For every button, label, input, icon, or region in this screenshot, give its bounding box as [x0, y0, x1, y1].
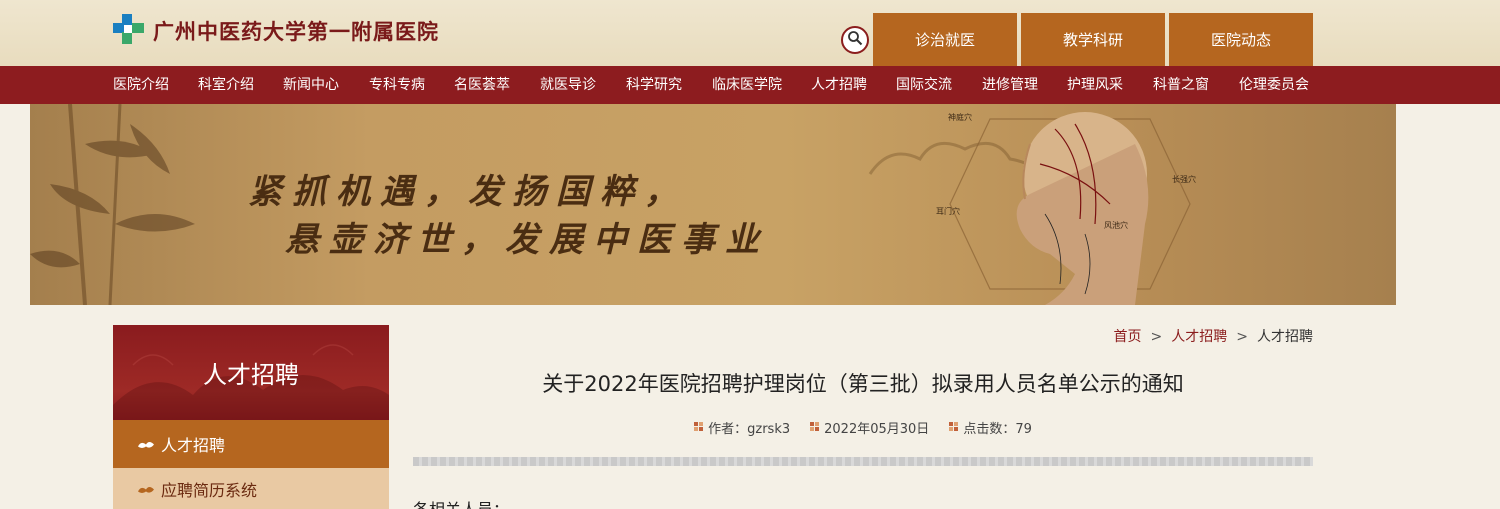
nav-item-specialties[interactable]: 专科专病 [369, 66, 425, 104]
nav-item-international[interactable]: 国际交流 [896, 66, 952, 104]
sidebar-item-label: 应聘简历系统 [161, 480, 258, 500]
main-nav: 医院介绍 科室介绍 新闻中心 专科专病 名医荟萃 就医导诊 科学研究 临床医学院… [0, 66, 1500, 104]
sidebar-item-resume-system[interactable]: 应聘简历系统 [113, 468, 389, 509]
acupoint-label: 耳门穴 [936, 207, 960, 216]
hero-banner: 紧抓机遇，发扬国粹， 悬壶济世，发展中医事业 神庭穴 耳门穴 风池穴 长强穴 [30, 104, 1396, 305]
nav-item-research[interactable]: 科学研究 [626, 66, 682, 104]
breadcrumb-separator: > [1150, 329, 1163, 345]
nav-item-nursing[interactable]: 护理风采 [1067, 66, 1123, 104]
nav-item-science-window[interactable]: 科普之窗 [1153, 66, 1209, 104]
sidebar-header: 人才招聘 [113, 325, 389, 420]
article-author-text: 作者：gzrsk3 [708, 422, 791, 437]
article-clicks: 点击数：79 [949, 418, 1032, 437]
hospital-logo-icon[interactable] [113, 14, 145, 44]
nav-item-departments[interactable]: 科室介绍 [198, 66, 254, 104]
diamond-bullet-icon [949, 420, 959, 435]
sidebar-item-recruitment[interactable]: 人才招聘 [113, 420, 389, 468]
article-date: 2022年05月30日 [810, 418, 929, 437]
nav-item-further-study[interactable]: 进修管理 [982, 66, 1038, 104]
article-date-text: 2022年05月30日 [824, 422, 930, 437]
acupoint-label: 神庭穴 [948, 113, 972, 122]
nav-item-clinical-college[interactable]: 临床医学院 [712, 66, 782, 104]
nav-item-guide[interactable]: 就医导诊 [540, 66, 596, 104]
acupoint-label: 风池穴 [1104, 221, 1128, 230]
nav-item-news[interactable]: 新闻中心 [283, 66, 339, 104]
acupoint-label: 长强穴 [1172, 175, 1196, 184]
tab-treatment[interactable]: 诊治就医 [873, 13, 1017, 66]
article-clicks-text: 点击数：79 [963, 422, 1032, 437]
search-button[interactable] [841, 26, 869, 54]
article-meta: 作者：gzrsk3 2022年05月30日 点击数：79 [413, 418, 1313, 437]
nav-item-famous-doctors[interactable]: 名医荟萃 [454, 66, 510, 104]
tab-teaching-research[interactable]: 教学科研 [1021, 13, 1165, 66]
cloud-bullet-icon [137, 479, 155, 498]
article-body: 各相关人员： [413, 496, 509, 509]
breadcrumb: 首页 > 人才招聘 > 人才招聘 [1114, 326, 1313, 346]
site-header: 广州中医药大学第一附属医院 诊治就医 教学科研 医院动态 [0, 0, 1500, 66]
banner-slogan-line2: 悬壶济世，发展中医事业 [285, 220, 769, 260]
site-name[interactable]: 广州中医药大学第一附属医院 [153, 16, 439, 46]
diamond-bullet-icon [810, 420, 820, 435]
breadcrumb-section[interactable]: 人才招聘 [1171, 329, 1227, 345]
tab-hospital-news[interactable]: 医院动态 [1169, 13, 1313, 66]
diamond-bullet-icon [694, 420, 704, 435]
article-divider [413, 457, 1313, 466]
breadcrumb-home[interactable]: 首页 [1114, 329, 1142, 345]
sidebar-title: 人才招聘 [203, 361, 299, 389]
acupoint-head-illustration [949, 112, 1191, 305]
nav-item-recruitment[interactable]: 人才招聘 [811, 66, 867, 104]
banner-slogan-line1: 紧抓机遇，发扬国粹， [248, 172, 688, 212]
search-icon [847, 30, 863, 50]
breadcrumb-separator: > [1236, 329, 1248, 345]
cloud-bullet-icon [137, 435, 155, 454]
article-author: 作者：gzrsk3 [694, 418, 790, 437]
nav-item-hospital-intro[interactable]: 医院介绍 [113, 66, 169, 104]
sidebar-item-label: 人才招聘 [161, 436, 226, 455]
nav-item-ethics[interactable]: 伦理委员会 [1239, 66, 1309, 104]
breadcrumb-current: 人才招聘 [1257, 329, 1313, 345]
article-title: 关于2022年医院招聘护理岗位（第三批）拟录用人员名单公示的通知 [542, 372, 1184, 396]
